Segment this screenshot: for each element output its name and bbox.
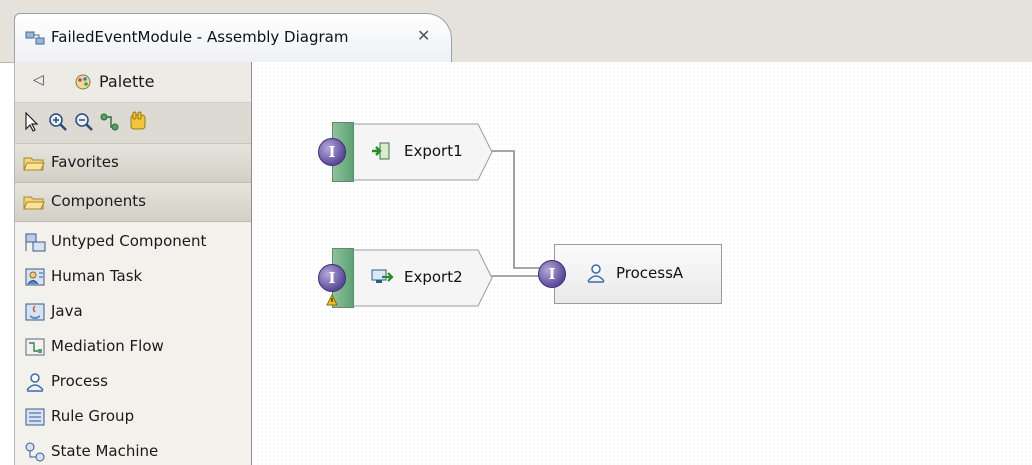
assembly-diagram-icon: [25, 31, 45, 45]
palette-panel: ◁ Palette Favorites Components Untyped C…: [14, 62, 252, 465]
export-arrow-icon: [372, 142, 390, 160]
interface-icon[interactable]: I: [318, 138, 346, 166]
rule-group-icon: [25, 408, 45, 426]
diagram-canvas[interactable]: I Export1 I Export2 I ProcessA: [252, 62, 1032, 465]
editor-tab-title: FailedEventModule - Assembly Diagram: [51, 28, 349, 46]
human-task-icon: [25, 268, 45, 286]
java-icon: [25, 303, 45, 321]
web-service-export-icon: [371, 269, 394, 283]
drawer-label: Components: [51, 192, 146, 210]
palette-item-mediation-flow[interactable]: Mediation Flow: [15, 330, 251, 364]
palette-item-state-machine[interactable]: State Machine: [15, 435, 251, 465]
folder-open-icon: [23, 196, 45, 210]
close-icon[interactable]: ✕: [417, 26, 430, 45]
zoom-in-icon[interactable]: [47, 111, 69, 133]
interface-icon[interactable]: I: [318, 264, 346, 292]
zoom-out-icon[interactable]: [73, 111, 95, 133]
palette-toolbar: [15, 103, 251, 144]
editor-tab-bar: FailedEventModule - Assembly Diagram ✕: [0, 0, 1032, 63]
node-label: Export2: [404, 268, 463, 286]
palette-header: ◁ Palette: [15, 62, 251, 103]
palette-item-label: State Machine: [51, 442, 159, 460]
process-icon: [26, 373, 44, 392]
export1-node[interactable]: I Export1: [318, 122, 498, 182]
interface-icon[interactable]: I: [538, 260, 566, 288]
palette-item-rule-group[interactable]: Rule Group: [15, 400, 251, 434]
assembly-diagram-editor: FailedEventModule - Assembly Diagram ✕ ◁…: [0, 0, 1032, 465]
mediation-flow-icon: [25, 338, 45, 356]
palette-title: Palette: [99, 72, 155, 91]
palette-item-java[interactable]: Java: [15, 295, 251, 329]
palette-item-label: Rule Group: [51, 407, 135, 425]
process-icon: [587, 264, 605, 283]
palette-item-label: Mediation Flow: [51, 337, 164, 355]
export2-node[interactable]: I Export2: [318, 248, 498, 308]
palette-item-label: Untyped Component: [51, 232, 207, 250]
palette-item-label: Process: [51, 372, 108, 390]
drawer-label: Favorites: [51, 153, 119, 171]
palette-item-process[interactable]: Process: [15, 365, 251, 399]
node-label: Export1: [404, 142, 463, 160]
wire-icon[interactable]: [99, 111, 121, 133]
drawer-components[interactable]: Components: [15, 183, 251, 222]
hand-icon[interactable]: [125, 111, 151, 133]
palette-icon: [75, 74, 91, 90]
palette-item-untyped-component[interactable]: Untyped Component: [15, 225, 251, 259]
editor-tab[interactable]: FailedEventModule - Assembly Diagram ✕: [14, 13, 452, 62]
folder-open-icon: [23, 157, 45, 171]
state-machine-icon: [25, 442, 45, 462]
collapse-palette-icon[interactable]: ◁: [33, 72, 44, 88]
palette-item-label: Human Task: [51, 267, 143, 285]
node-label: ProcessA: [616, 264, 684, 282]
warning-icon: [326, 294, 338, 306]
drawer-favorites[interactable]: Favorites: [15, 144, 251, 183]
processa-node[interactable]: I ProcessA: [538, 242, 724, 306]
palette-item-human-task[interactable]: Human Task: [15, 260, 251, 294]
select-arrow-icon[interactable]: [21, 111, 43, 133]
palette-item-label: Java: [51, 302, 83, 320]
untyped-component-icon: [25, 233, 46, 252]
